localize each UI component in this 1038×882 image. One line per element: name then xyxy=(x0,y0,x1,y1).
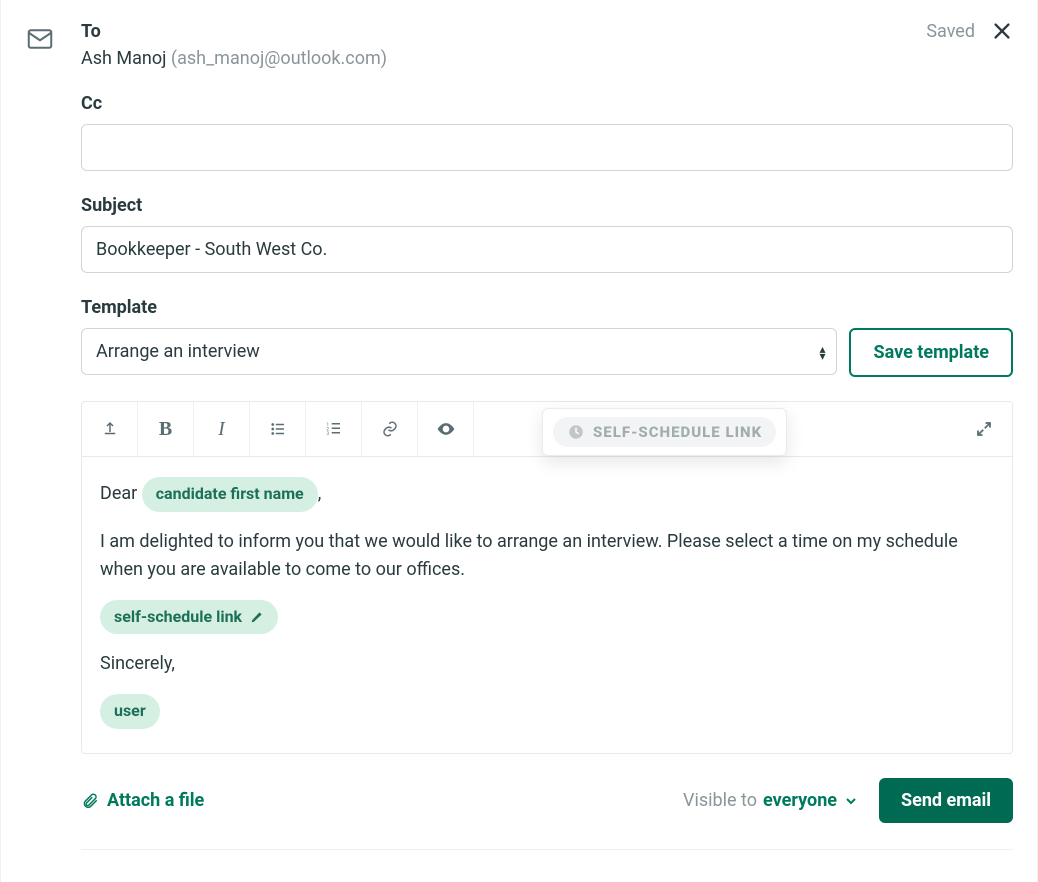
send-email-button[interactable]: Send email xyxy=(879,778,1013,823)
self-schedule-chip[interactable]: SELF-SCHEDULE LINK xyxy=(542,408,787,456)
cc-input[interactable] xyxy=(81,124,1013,171)
token-candidate-first-name[interactable]: candidate first name xyxy=(142,477,318,512)
close-button[interactable] xyxy=(991,20,1013,42)
link-icon xyxy=(381,420,399,438)
token-user[interactable]: user xyxy=(100,694,160,729)
insert-image-button[interactable] xyxy=(82,402,138,456)
expand-icon xyxy=(975,420,993,438)
bullet-list-icon xyxy=(269,420,287,438)
self-schedule-chip-label: SELF-SCHEDULE LINK xyxy=(593,423,762,441)
mail-icon xyxy=(25,20,81,58)
visibility-value: everyone xyxy=(763,790,837,811)
eye-icon xyxy=(436,419,456,439)
visibility-toggle[interactable]: Visible to everyone xyxy=(683,790,859,811)
preview-button[interactable] xyxy=(418,402,474,456)
bullet-list-button[interactable] xyxy=(250,402,306,456)
clock-icon xyxy=(567,423,585,441)
svg-text:3: 3 xyxy=(326,431,329,437)
pencil-icon xyxy=(250,610,264,624)
bold-icon: B xyxy=(159,418,172,441)
numbered-list-button[interactable]: 1 2 3 xyxy=(306,402,362,456)
recipient-name: Ash Manoj xyxy=(81,48,166,69)
subject-label: Subject xyxy=(81,195,1013,216)
editor-toolbar: B I 1 2 3 xyxy=(81,401,1013,456)
visibility-prefix: Visible to xyxy=(683,790,757,811)
italic-icon: I xyxy=(218,418,225,441)
greeting-prefix: Dear xyxy=(100,483,142,504)
attach-file-label: Attach a file xyxy=(107,790,204,811)
email-compose-panel: To Saved Ash Manoj (ash_manoj@outlook.co… xyxy=(0,0,1038,882)
template-label: Template xyxy=(81,297,1013,318)
link-button[interactable] xyxy=(362,402,418,456)
attach-file-button[interactable]: Attach a file xyxy=(81,790,204,811)
upload-icon xyxy=(101,420,119,438)
chevron-down-icon xyxy=(843,793,859,809)
cc-label: Cc xyxy=(81,93,1013,114)
template-select-wrap: Arrange an interview ▴▾ xyxy=(81,328,837,377)
recipient-chip[interactable]: Ash Manoj (ash_manoj@outlook.com) xyxy=(81,48,1013,69)
paperclip-icon xyxy=(81,792,99,810)
template-select[interactable]: Arrange an interview xyxy=(81,328,837,375)
token-self-schedule-link[interactable]: self-schedule link xyxy=(100,600,278,635)
greeting-suffix: , xyxy=(318,483,322,504)
recipient-email: (ash_manoj@outlook.com) xyxy=(171,48,387,69)
italic-button[interactable]: I xyxy=(194,402,250,456)
saved-status: Saved xyxy=(926,21,975,42)
save-template-button[interactable]: Save template xyxy=(849,328,1013,377)
numbered-list-icon: 1 2 3 xyxy=(325,420,343,438)
footer-divider xyxy=(81,849,1013,850)
close-icon xyxy=(991,20,1013,42)
signoff: Sincerely, xyxy=(100,650,994,678)
body-paragraph: I am delighted to inform you that we wou… xyxy=(100,528,994,584)
email-body-editor[interactable]: Dear candidate first name , I am delight… xyxy=(81,456,1013,754)
subject-input[interactable] xyxy=(81,226,1013,273)
bold-button[interactable]: B xyxy=(138,402,194,456)
expand-button[interactable] xyxy=(956,402,1012,456)
to-label: To xyxy=(81,21,101,42)
